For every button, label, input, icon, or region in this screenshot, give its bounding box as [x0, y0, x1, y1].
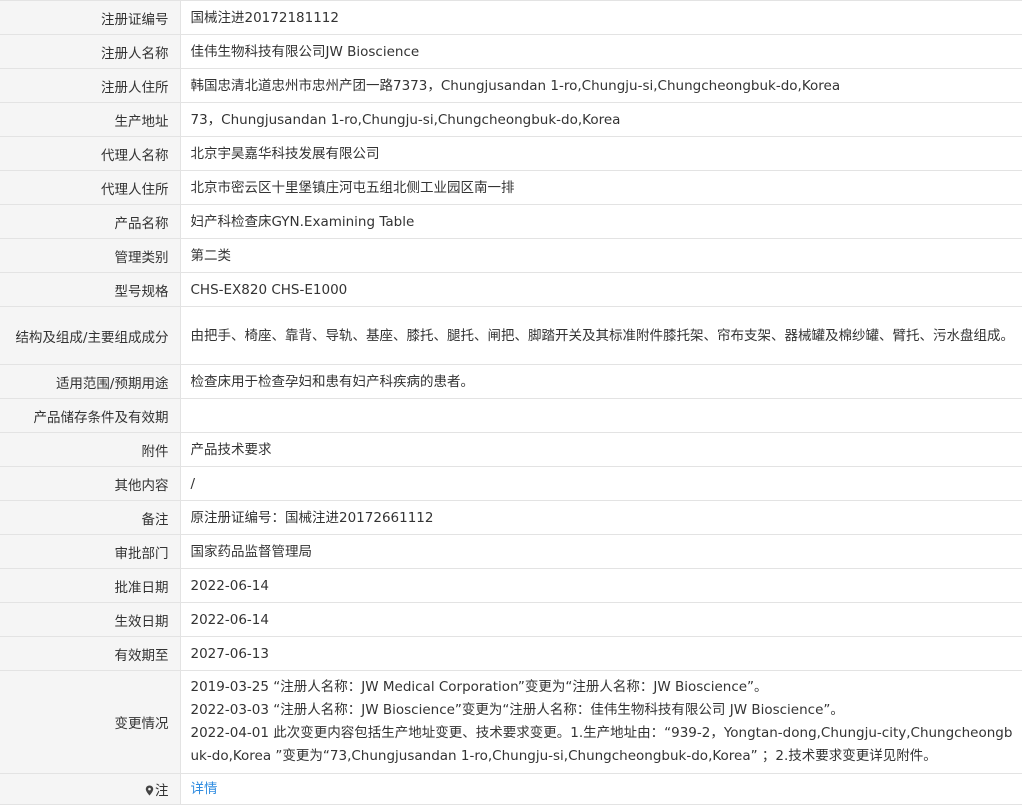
change-entry: 2019-03-25 “注册人名称：JW Medical Corporation… [190, 679, 768, 695]
row-value: 2022-06-14 [180, 568, 1022, 603]
row-label: 注册人名称 [0, 34, 181, 69]
note-label: 注 [155, 783, 169, 799]
row-label: 代理人名称 [0, 136, 181, 171]
row-value [180, 398, 1022, 433]
registration-detail-table: 注册证编号 国械注进20172181112 注册人名称 佳伟生物科技有限公司JW… [0, 0, 1022, 805]
row-label: 注册人住所 [0, 68, 181, 103]
row-agent-address: 代理人住所 北京市密云区十里堡镇庄河屯五组北侧工业园区南一排 [0, 170, 1022, 205]
row-label: 产品名称 [0, 204, 181, 239]
row-agent-name: 代理人名称 北京宇昊嘉华科技发展有限公司 [0, 136, 1022, 171]
row-model-spec: 型号规格 CHS-EX820 CHS-E1000 [0, 272, 1022, 307]
row-label: 代理人住所 [0, 170, 181, 205]
row-scope-of-use: 适用范围/预期用途 检查床用于检查孕妇和患有妇产科疾病的患者。 [0, 364, 1022, 399]
row-value: 北京宇昊嘉华科技发展有限公司 [180, 136, 1022, 171]
row-label: 生效日期 [0, 602, 181, 637]
row-value: / [180, 466, 1022, 501]
row-other-content: 其他内容 / [0, 466, 1022, 501]
row-registration-number: 注册证编号 国械注进20172181112 [0, 0, 1022, 35]
row-value: 国械注进20172181112 [180, 0, 1022, 35]
row-label: 型号规格 [0, 272, 181, 307]
row-product-name: 产品名称 妇产科检查床GYN.Examining Table [0, 204, 1022, 239]
row-value: CHS-EX820 CHS-E1000 [180, 272, 1022, 307]
row-approval-date: 批准日期 2022-06-14 [0, 568, 1022, 603]
row-value: 2027-06-13 [180, 636, 1022, 671]
row-label: 管理类别 [0, 238, 181, 273]
row-label: 审批部门 [0, 534, 181, 569]
row-value: 73，Chungjusandan 1-ro,Chungju-si,Chungch… [180, 102, 1022, 137]
row-value: 妇产科检查床GYN.Examining Table [180, 204, 1022, 239]
change-entry: 2022-03-03 “注册人名称：JW Bioscience”变更为“注册人名… [190, 702, 844, 718]
row-value: 原注册证编号：国械注进20172661112 [180, 500, 1022, 535]
row-structure-composition: 结构及组成/主要组成成分 由把手、椅座、靠背、导轨、基座、膝托、腿托、闸把、脚踏… [0, 306, 1022, 365]
row-label: 结构及组成/主要组成成分 [0, 306, 181, 365]
row-value: 第二类 [180, 238, 1022, 273]
row-value: 检查床用于检查孕妇和患有妇产科疾病的患者。 [180, 364, 1022, 399]
row-label: 其他内容 [0, 466, 181, 501]
row-label: 附件 [0, 432, 181, 467]
row-label: 注册证编号 [0, 0, 181, 35]
change-entry: 2022-04-01 此次变更内容包括生产地址变更、技术要求变更。1.生产地址由… [190, 725, 1013, 764]
row-value: 北京市密云区十里堡镇庄河屯五组北侧工业园区南一排 [180, 170, 1022, 205]
row-remarks: 备注 原注册证编号：国械注进20172661112 [0, 500, 1022, 535]
row-approval-department: 审批部门 国家药品监督管理局 [0, 534, 1022, 569]
row-effective-date: 生效日期 2022-06-14 [0, 602, 1022, 637]
row-value: 详情 [180, 773, 1022, 805]
row-label: 备注 [0, 500, 181, 535]
row-change-history: 变更情况 2019-03-25 “注册人名称：JW Medical Corpor… [0, 670, 1022, 774]
row-note: 注 详情 [0, 773, 1022, 805]
row-label: 注 [0, 773, 181, 805]
row-value: 国家药品监督管理局 [180, 534, 1022, 569]
row-label: 批准日期 [0, 568, 181, 603]
row-label: 生产地址 [0, 102, 181, 137]
row-label: 适用范围/预期用途 [0, 364, 181, 399]
row-attachment: 附件 产品技术要求 [0, 432, 1022, 467]
row-production-address: 生产地址 73，Chungjusandan 1-ro,Chungju-si,Ch… [0, 102, 1022, 137]
row-value: 佳伟生物科技有限公司JW Bioscience [180, 34, 1022, 69]
details-link[interactable]: 详情 [191, 781, 218, 797]
pin-icon [145, 784, 154, 796]
change-history-value: 2019-03-25 “注册人名称：JW Medical Corporation… [180, 670, 1022, 774]
row-label: 产品储存条件及有效期 [0, 398, 181, 433]
row-valid-until: 有效期至 2027-06-13 [0, 636, 1022, 671]
row-value: 产品技术要求 [180, 432, 1022, 467]
row-registrant-name: 注册人名称 佳伟生物科技有限公司JW Bioscience [0, 34, 1022, 69]
row-value: 韩国忠清北道忠州市忠州产团一路7373，Chungjusandan 1-ro,C… [180, 68, 1022, 103]
row-value: 由把手、椅座、靠背、导轨、基座、膝托、腿托、闸把、脚踏开关及其标准附件膝托架、帘… [180, 306, 1022, 365]
row-registrant-address: 注册人住所 韩国忠清北道忠州市忠州产团一路7373，Chungjusandan … [0, 68, 1022, 103]
row-label: 变更情况 [0, 670, 181, 774]
row-management-category: 管理类别 第二类 [0, 238, 1022, 273]
row-storage-conditions: 产品储存条件及有效期 [0, 398, 1022, 433]
row-label: 有效期至 [0, 636, 181, 671]
row-value: 2022-06-14 [180, 602, 1022, 637]
